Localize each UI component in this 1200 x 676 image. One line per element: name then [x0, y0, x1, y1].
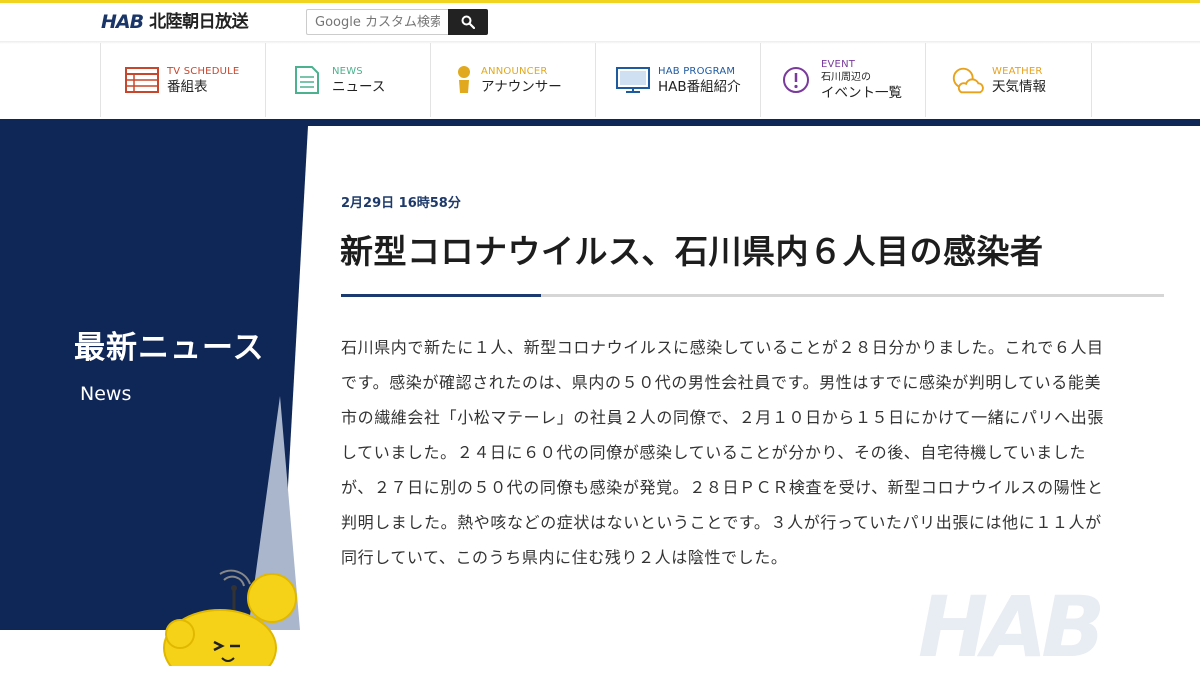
- nav-ja-label: ニュース: [332, 78, 386, 95]
- nav-en-label: EVENT: [821, 59, 856, 70]
- nav-ja-label: イベント一覧: [821, 85, 902, 101]
- article-title: 新型コロナウイルス、石川県内６人目の感染者: [340, 232, 1044, 271]
- search-button[interactable]: [448, 9, 488, 35]
- nav-item-news[interactable]: NEWS ニュース: [265, 43, 430, 117]
- sidebar-panel: 最新ニュース News: [0, 126, 310, 666]
- sun-cloud-icon: [950, 63, 984, 97]
- nav-ja-label: 天気情報: [992, 78, 1046, 95]
- search-icon: [461, 15, 475, 29]
- title-divider-accent: [341, 294, 541, 297]
- nav-item-event[interactable]: EVENT 石川周辺の イベント一覧: [760, 43, 925, 117]
- nav-item-weather[interactable]: WEATHER 天気情報: [925, 43, 1092, 117]
- nav-en-label: HAB PROGRAM: [658, 65, 736, 77]
- nav-item-tv-schedule[interactable]: TV SCHEDULE 番組表: [100, 43, 265, 117]
- nav-ja-label: HAB番組紹介: [658, 78, 741, 95]
- article-date: 2月29日 16時58分: [341, 196, 461, 211]
- logo-name: 北陸朝日放送: [149, 12, 249, 32]
- sidebar-title: 最新ニュース: [74, 330, 265, 366]
- document-icon: [290, 63, 324, 97]
- nav-en-label: TV SCHEDULE: [167, 65, 240, 77]
- calendar-grid-icon: [125, 63, 159, 97]
- nav-ja-label: 番組表: [167, 78, 208, 95]
- sidebar-subtitle: News: [80, 383, 132, 405]
- nav-sub-label: 石川周辺の: [821, 72, 871, 83]
- site-search: [306, 9, 488, 35]
- monitor-icon: [616, 63, 650, 97]
- alert-circle-icon: [779, 63, 813, 97]
- nav-item-announcer[interactable]: ANNOUNCER アナウンサー: [430, 43, 595, 117]
- person-icon: [455, 63, 473, 97]
- navy-band: [0, 119, 1200, 126]
- global-nav: TV SCHEDULE 番組表 NEWS ニュース ANNOUNCER アナウン…: [100, 43, 1092, 117]
- nav-ja-label: アナウンサー: [481, 78, 562, 95]
- site-logo[interactable]: HAB 北陸朝日放送: [101, 11, 249, 33]
- nav-en-label: NEWS: [332, 65, 363, 77]
- nav-en-label: WEATHER: [992, 65, 1043, 77]
- logo-mark: HAB: [101, 11, 144, 33]
- article-body: 石川県内で新たに１人、新型コロナウイルスに感染していることが２８日分かりました。…: [341, 338, 1104, 567]
- nav-item-hab-program[interactable]: HAB PROGRAM HAB番組紹介: [595, 43, 760, 117]
- nav-en-label: ANNOUNCER: [481, 65, 548, 77]
- search-input[interactable]: [306, 9, 448, 35]
- mascot-illustration: [163, 569, 297, 666]
- hab-watermark-logo: HAB: [918, 578, 1105, 676]
- site-header: HAB 北陸朝日放送: [0, 3, 1200, 41]
